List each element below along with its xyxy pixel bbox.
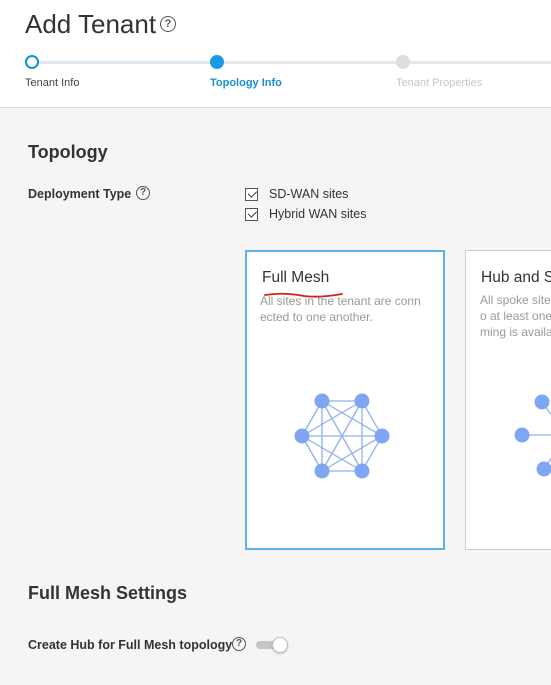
sdwan-sites-checkbox[interactable] [245,187,258,201]
toggle-knob [272,637,288,653]
create-hub-help-icon[interactable]: ? [232,637,246,651]
hub-spoke-desc-line-1: All spoke site [480,293,551,307]
step-tenant-properties-label: Tenant Properties [396,77,483,89]
full-mesh-card-description: All sites in the tenant are conn ected t… [260,293,421,325]
hub-and-spoke-topology-card[interactable]: Hub and S All spoke site o at least one … [465,250,551,550]
hybrid-wan-sites-label: Hybrid WAN sites [269,207,367,221]
hub-spoke-card-description: All spoke site o at least one ming is av… [480,292,551,340]
full-mesh-settings-title: Full Mesh Settings [28,583,188,603]
page-header: Add Tenant ? Tenant Info Topology Info T… [0,0,551,108]
step-topology-info-dot[interactable] [210,55,224,69]
full-mesh-topology-card[interactable]: Full Mesh All sites in the tenant are co… [245,250,445,550]
step-topology-info-label[interactable]: Topology Info [210,77,282,89]
hub-spoke-card-title: Hub and S [481,269,551,286]
hub-spoke-desc-line-2: o at least one [480,309,551,323]
page-title: Add Tenant [25,9,157,39]
sdwan-sites-checkbox-row[interactable]: SD-WAN sites [245,186,348,202]
full-mesh-desc-line-1: All sites in the tenant are conn [260,294,421,308]
full-mesh-desc-line-2: ected to one another. [260,310,373,324]
stepper-connector-3 [410,61,551,64]
step-tenant-info-label[interactable]: Tenant Info [25,77,79,89]
hub-spoke-desc-line-3: ming is availa [480,325,551,339]
hybrid-wan-sites-checkbox-row[interactable]: Hybrid WAN sites [245,206,366,222]
full-mesh-diagram [294,393,390,479]
full-mesh-card-title: Full Mesh [262,269,330,286]
deployment-type-label: Deployment Type [28,187,132,201]
deployment-type-help-icon[interactable]: ? [136,186,150,200]
create-hub-toggle[interactable] [256,637,288,653]
hub-spoke-diagram [514,394,551,477]
stepper-connector-1 [38,61,210,64]
stepper-connector-2 [224,61,396,64]
topology-section-title: Topology [28,142,108,162]
title-help-icon[interactable]: ? [160,16,176,32]
step-tenant-info-dot[interactable] [25,55,39,69]
create-hub-label: Create Hub for Full Mesh topology [28,638,233,652]
sdwan-sites-label: SD-WAN sites [269,187,349,201]
hybrid-wan-sites-checkbox[interactable] [245,207,258,221]
step-tenant-properties-dot[interactable] [396,55,410,69]
